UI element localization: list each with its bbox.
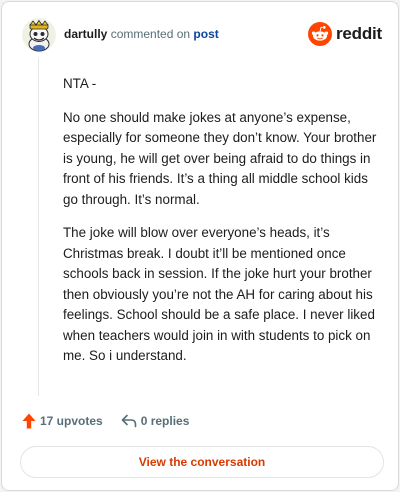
comment-meta: dartully commented on post <box>64 27 219 41</box>
thread-line <box>38 58 39 396</box>
reply-button[interactable]: 0 replies <box>121 414 190 428</box>
comment-paragraph: No one should make jokes at anyone’s exp… <box>63 109 377 207</box>
avatar[interactable] <box>22 18 56 52</box>
comment-card: dartully commented on post reddit NTA - … <box>1 1 399 491</box>
post-link[interactable]: post <box>193 27 218 41</box>
reddit-wordmark: reddit <box>335 24 382 43</box>
upvote-arrow-icon <box>22 413 36 429</box>
comment-paragraph: The joke will blow over everyone’s heads… <box>63 225 375 363</box>
comment-header: dartully commented on post reddit <box>22 18 382 54</box>
reddit-logo-icon <box>307 22 332 46</box>
upvote-button[interactable]: 17 upvotes <box>22 413 103 429</box>
comment-paragraph: NTA - <box>63 76 97 91</box>
reddit-brand[interactable]: reddit <box>307 22 382 46</box>
reply-arrow-icon <box>121 414 137 428</box>
username-link[interactable]: dartully <box>64 27 107 41</box>
upvote-count: 17 upvotes <box>40 414 103 428</box>
snoo-avatar-icon <box>22 18 56 52</box>
comment-body: NTA - No one should make jokes at anyone… <box>63 74 381 380</box>
action-text: commented on <box>110 27 191 41</box>
view-conversation-button[interactable]: View the conversation <box>20 446 384 478</box>
reply-count: 0 replies <box>140 414 190 428</box>
comment-actions: 17 upvotes 0 replies <box>22 410 189 432</box>
